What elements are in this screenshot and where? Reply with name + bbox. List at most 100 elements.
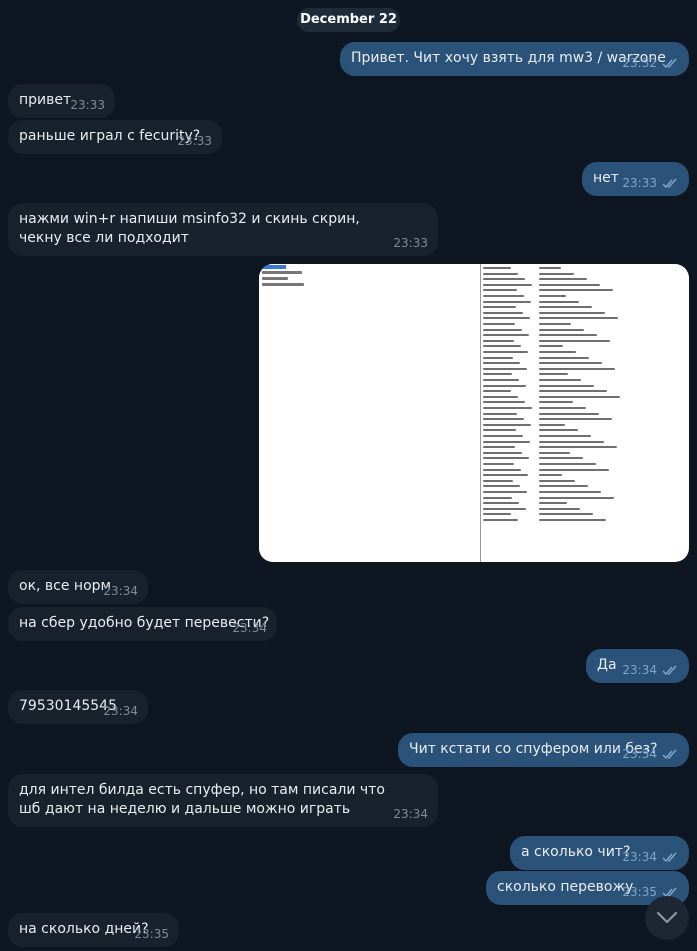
message-meta: 23:32 [622, 56, 679, 70]
screenshot-row-label [483, 379, 519, 381]
screenshot-row-value [539, 418, 612, 421]
message-time: 23:34 [622, 850, 657, 864]
screenshot-row-value [539, 485, 588, 488]
message-incoming[interactable]: для интел билда есть спуфер, но там писа… [8, 774, 438, 827]
message-outgoing[interactable]: а сколько чит? 23:34 [510, 836, 689, 870]
screenshot-row-value [539, 306, 592, 309]
screenshot-row-value [539, 356, 589, 359]
screenshot-row-value [539, 496, 614, 499]
screenshot-row-label [483, 283, 532, 286]
screenshot-row-label [483, 474, 528, 477]
double-check-icon [662, 178, 677, 188]
screenshot-row-label [483, 440, 530, 443]
message-time: 23:35 [622, 885, 657, 899]
message-meta: 23:33 [70, 98, 105, 112]
screenshot-row-value [539, 384, 594, 387]
message-meta: 23:33 [393, 236, 428, 250]
screenshot-row-value [539, 267, 561, 269]
screenshot-row-value [539, 367, 615, 370]
double-check-icon [662, 58, 677, 68]
message-meta: 23:33 [622, 176, 679, 190]
msinfo-screenshot-image[interactable] [259, 264, 689, 562]
screenshot-row-label [483, 401, 525, 404]
double-check-icon [662, 665, 677, 675]
screenshot-row-value [539, 407, 586, 409]
screenshot-row-value [539, 278, 587, 281]
screenshot-row-value [539, 272, 574, 275]
screenshot-row-label [483, 457, 529, 460]
screenshot-row-value [539, 474, 562, 477]
message-outgoing[interactable]: Да 23:34 [586, 649, 689, 683]
screenshot-row-label [483, 267, 511, 269]
message-text: Привет. Чит хочу взять для mw3 / warzone [351, 50, 666, 66]
message-time: 23:34 [622, 747, 657, 761]
message-time: 23:34 [103, 584, 138, 598]
screenshot-row-value [539, 507, 580, 510]
message-meta: 23:34 [393, 807, 428, 821]
message-outgoing[interactable]: Чит кстати со спуфером или без? 23:34 [398, 733, 689, 767]
screenshot-row-label [483, 435, 523, 437]
screenshot-row-label [483, 407, 532, 409]
message-outgoing[interactable]: нет 23:33 [582, 162, 689, 196]
screenshot-row-label [483, 502, 519, 505]
message-text: Да [597, 657, 617, 673]
message-text: на сколько дней? [19, 921, 149, 937]
screenshot-row-value [539, 323, 571, 325]
screenshot-row-label [483, 468, 521, 471]
date-separator: December 22 [297, 8, 400, 32]
screenshot-divider [480, 264, 481, 562]
message-text: нажми win+r напиши msinfo32 и скинь скри… [19, 211, 360, 246]
screenshot-row-label [483, 272, 518, 275]
screenshot-row-value [539, 317, 618, 320]
screenshot-row-value [539, 446, 617, 449]
screenshot-row-label [483, 519, 518, 521]
screenshot-row-label [483, 507, 526, 510]
screenshot-row-value [539, 463, 596, 465]
screenshot-row-label [483, 311, 523, 314]
screenshot-row-value [539, 502, 567, 505]
screenshot-row-label [483, 395, 518, 398]
scroll-down-button[interactable] [645, 896, 689, 940]
message-text: Чит кстати со спуфером или без? [409, 741, 658, 757]
message-meta: 23:35 [134, 927, 169, 941]
message-incoming[interactable]: на сбер удобно будет перевести? 23:34 [8, 607, 277, 641]
screenshot-row-label [483, 446, 515, 449]
message-incoming[interactable]: нажми win+r напиши msinfo32 и скинь скри… [8, 203, 438, 256]
screenshot-row-value [539, 401, 573, 404]
screenshot-row-value [539, 395, 620, 398]
message-incoming[interactable]: на сколько дней? 23:35 [8, 913, 179, 947]
screenshot-row-value [539, 300, 579, 303]
screenshot-row-label [483, 278, 525, 281]
message-outgoing[interactable]: Привет. Чит хочу взять для mw3 / warzone… [340, 42, 689, 76]
message-time: 23:34 [622, 663, 657, 677]
screenshot-row-value [539, 429, 578, 432]
screenshot-row-label [483, 356, 513, 359]
message-time: 23:34 [103, 704, 138, 718]
message-incoming[interactable]: 79530145545 23:34 [8, 690, 148, 724]
screenshot-row-label [483, 451, 522, 454]
screenshot-row-label [483, 323, 515, 325]
screenshot-row-label [483, 289, 517, 292]
message-text: ок, все норм [19, 578, 112, 594]
message-time: 23:33 [70, 98, 105, 112]
message-incoming[interactable]: привет 23:33 [8, 84, 115, 118]
message-text: сколько перевожу [497, 879, 634, 895]
message-incoming[interactable]: ок, все норм 23:34 [8, 570, 148, 604]
screenshot-row-label [483, 317, 530, 320]
screenshot-row-label [483, 412, 517, 415]
message-meta: 23:34 [622, 747, 679, 761]
screenshot-row-label [483, 423, 531, 426]
screenshot-row-value [539, 519, 606, 521]
screenshot-row-label [483, 418, 524, 421]
message-text: привет [19, 92, 72, 108]
message-time: 23:34 [232, 621, 267, 635]
screenshot-row-value [539, 283, 600, 286]
message-meta: 23:34 [103, 704, 138, 718]
screenshot-row-label [483, 300, 531, 303]
screenshot-row-value [539, 491, 601, 493]
screenshot-row-value [539, 412, 599, 415]
message-incoming[interactable]: раньше играл с fecurity? 23:33 [8, 120, 222, 154]
message-text: а сколько чит? [521, 844, 631, 860]
screenshot-row-label [483, 463, 514, 465]
screenshot-row-value [539, 328, 584, 331]
